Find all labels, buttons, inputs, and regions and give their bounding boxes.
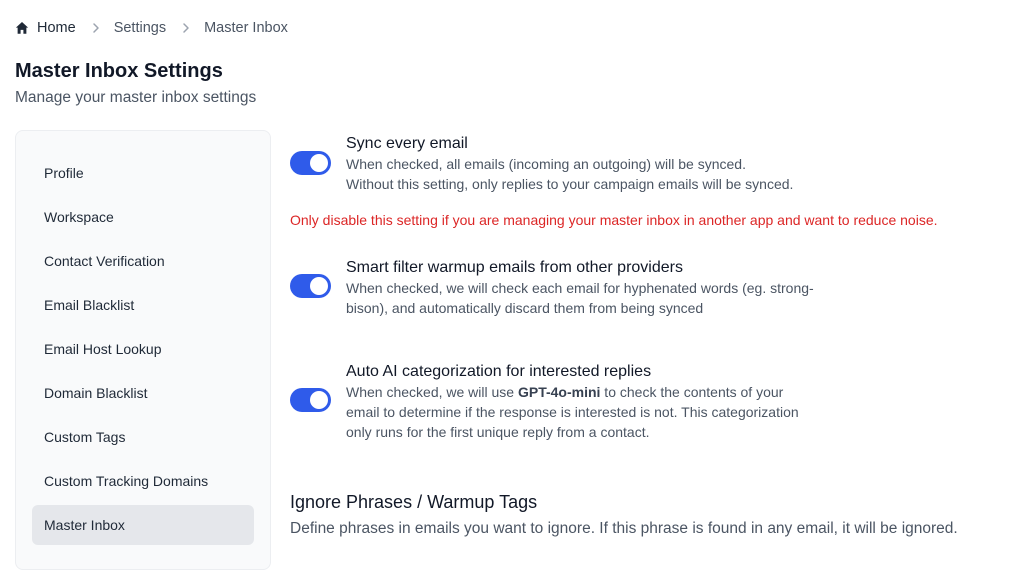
- setting-title: Auto AI categorization for interested re…: [346, 363, 652, 380]
- setting-text: Smart filter warmup emails from other pr…: [346, 258, 814, 318]
- sidebar-item-master-inbox[interactable]: Master Inbox: [32, 505, 254, 545]
- auto-ai-categorization-toggle[interactable]: [290, 388, 331, 412]
- ignore-phrases-title: Ignore Phrases / Warmup Tags: [290, 492, 538, 512]
- toggle-knob: [310, 391, 328, 409]
- ignore-phrases-desc: Define phrases in emails you want to ign…: [290, 520, 958, 537]
- desc-text: When checked, we will use: [346, 384, 518, 400]
- setting-desc-line: Without this setting, only replies to yo…: [346, 176, 794, 192]
- sidebar-item-contact-verification[interactable]: Contact Verification: [32, 241, 254, 281]
- setting-desc-line: When checked, we will use GPT-4o-mini to…: [346, 382, 799, 402]
- breadcrumb-settings-link[interactable]: Settings: [114, 20, 166, 36]
- setting-text: Auto AI categorization for interested re…: [346, 362, 799, 442]
- setting-text: Sync every email When checked, all email…: [346, 134, 793, 194]
- sidebar-item-email-blacklist[interactable]: Email Blacklist: [32, 285, 254, 325]
- home-icon[interactable]: [15, 21, 29, 35]
- sidebar-item-custom-tags[interactable]: Custom Tags: [32, 417, 254, 457]
- sidebar-item-domain-blacklist[interactable]: Domain Blacklist: [32, 373, 254, 413]
- sidebar-item-email-host-lookup[interactable]: Email Host Lookup: [32, 329, 254, 369]
- chevron-right-icon: [90, 22, 102, 34]
- setting-auto-ai-categorization: Auto AI categorization for interested re…: [290, 362, 799, 442]
- sidebar-item-profile[interactable]: Profile: [32, 153, 254, 193]
- toggle-knob: [310, 277, 328, 295]
- desc-text: to check the contents of your: [600, 384, 784, 400]
- setting-desc-line: bison), and automatically discard them f…: [346, 300, 704, 316]
- toggle-knob: [310, 154, 328, 172]
- breadcrumb-home-link[interactable]: Home: [37, 20, 76, 36]
- smart-filter-toggle[interactable]: [290, 274, 331, 298]
- sync-warning-text: Only disable this setting if you are man…: [290, 212, 938, 228]
- chevron-right-icon: [180, 22, 192, 34]
- setting-sync-every-email: Sync every email When checked, all email…: [290, 134, 793, 194]
- sync-every-email-toggle[interactable]: [290, 151, 331, 175]
- setting-smart-filter-warmup: Smart filter warmup emails from other pr…: [290, 258, 814, 318]
- breadcrumb: Home Settings Master Inbox: [15, 18, 288, 38]
- setting-desc-line: email to determine if the response is in…: [346, 404, 799, 420]
- sidebar-item-custom-tracking-domains[interactable]: Custom Tracking Domains: [32, 461, 254, 501]
- setting-title: Sync every email: [346, 135, 468, 152]
- setting-desc-line: only runs for the first unique reply fro…: [346, 424, 650, 440]
- settings-sidebar: Profile Workspace Contact Verification E…: [15, 130, 271, 570]
- model-name: GPT-4o-mini: [517, 384, 601, 400]
- page-title: Master Inbox Settings: [15, 60, 223, 82]
- setting-desc-line: When checked, all emails (incoming an ou…: [346, 156, 746, 172]
- sidebar-item-workspace[interactable]: Workspace: [32, 197, 254, 237]
- breadcrumb-current: Master Inbox: [204, 20, 288, 36]
- setting-title: Smart filter warmup emails from other pr…: [346, 259, 683, 276]
- setting-desc-line: When checked, we will check each email f…: [346, 280, 814, 296]
- page-subtitle: Manage your master inbox settings: [15, 89, 257, 106]
